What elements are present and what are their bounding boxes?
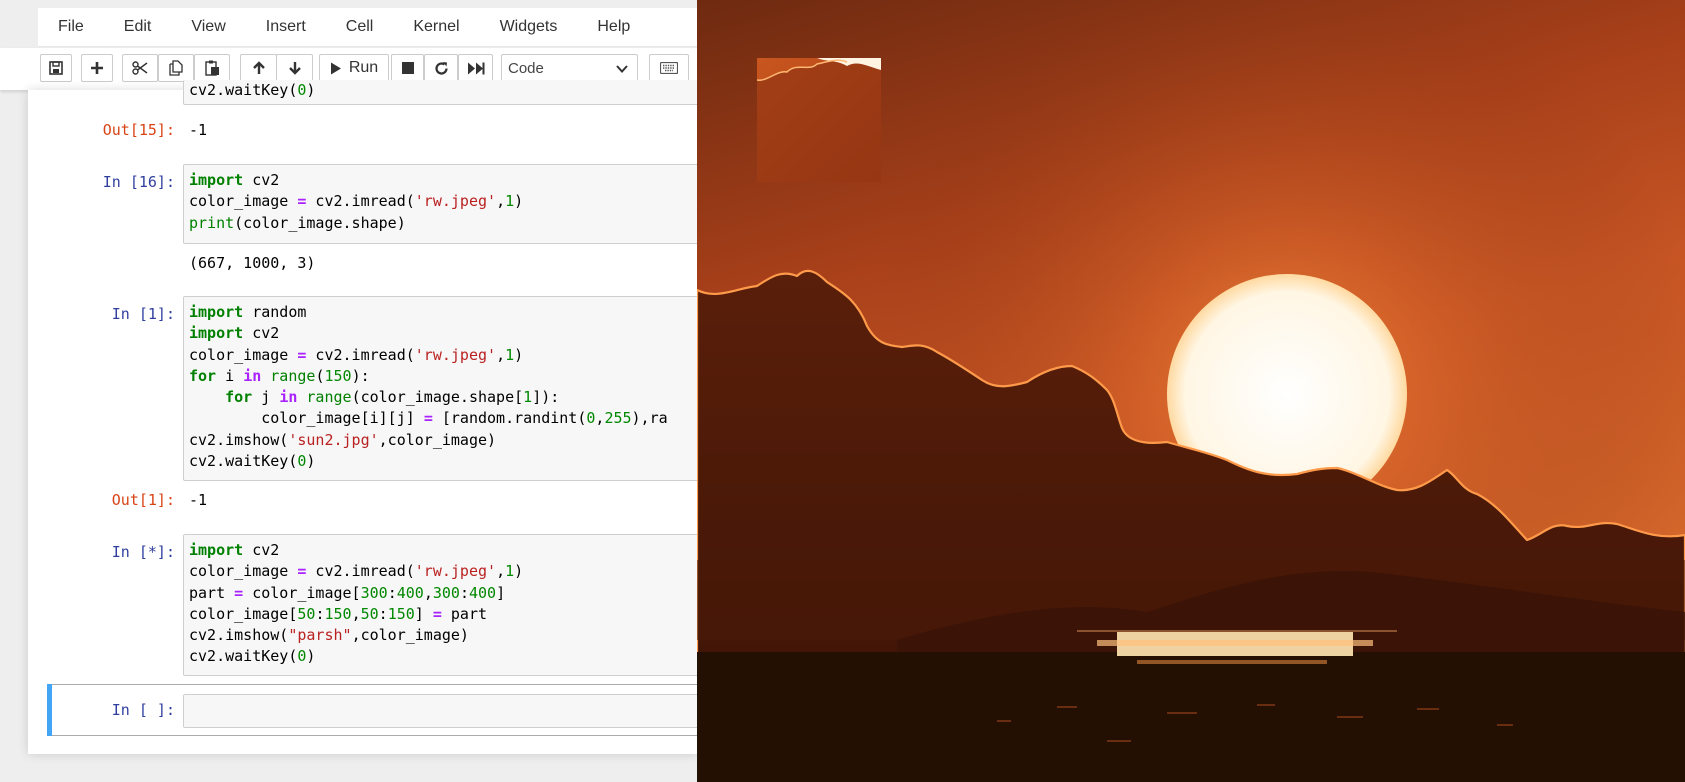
restart-run-all-button[interactable] — [458, 54, 493, 82]
empty-code-cell-editor[interactable] — [183, 694, 697, 728]
code-cell-editor[interactable]: import random import cv2 color_image = c… — [183, 296, 697, 481]
menu-widgets[interactable]: Widgets — [480, 8, 578, 46]
interrupt-kernel-button[interactable] — [391, 54, 424, 82]
move-down-button[interactable] — [276, 54, 313, 82]
code-line: import cv2 — [189, 324, 280, 343]
copied-image-patch — [756, 58, 881, 182]
run-label: Run — [348, 59, 379, 76]
menu-edit[interactable]: Edit — [104, 8, 172, 46]
code-line: color_image = cv2.imread('rw.jpeg',1) — [189, 192, 524, 211]
menu-bar: File Edit View Insert Cell Kernel Widget… — [38, 8, 697, 47]
sunset-image — [697, 0, 1685, 782]
code-line: color_image[i][j] = [random.randint(0,25… — [189, 409, 668, 428]
menu-file[interactable]: File — [38, 8, 104, 46]
image-display-window — [697, 0, 1685, 782]
input-prompt: In [16]: — [102, 173, 175, 191]
paste-button[interactable] — [194, 54, 230, 82]
copy-button[interactable] — [158, 54, 194, 82]
cell-output: (667, 1000, 3) — [189, 254, 316, 272]
arrow-down-icon — [288, 62, 301, 75]
paste-icon — [204, 60, 219, 76]
run-icon — [330, 62, 341, 74]
code-cell-editor[interactable]: import cv2 color_image = cv2.imread('rw.… — [183, 534, 697, 676]
restart-icon — [434, 61, 448, 75]
fast-forward-icon — [467, 62, 484, 74]
insert-cell-button[interactable] — [81, 54, 113, 82]
save-icon — [49, 61, 63, 75]
code-line: color_image[50:150,50:150] = part — [189, 604, 488, 623]
input-prompt: In [1]: — [111, 305, 175, 323]
cell-type-value: Code — [508, 60, 544, 77]
water — [697, 652, 1685, 782]
cut-button[interactable] — [122, 54, 158, 82]
code-line: cv2.imshow("parsh",color_image) — [189, 626, 469, 645]
output-prompt: Out[15]: — [102, 121, 175, 139]
code-line: import random — [189, 303, 307, 321]
cell-output: -1 — [189, 121, 208, 139]
input-prompt: In [*]: — [111, 543, 175, 561]
keyboard-icon — [660, 62, 678, 74]
restart-kernel-button[interactable] — [424, 54, 458, 82]
jupyter-notebook: File Edit View Insert Cell Kernel Widget… — [0, 0, 697, 782]
chevron-down-icon — [616, 65, 628, 73]
code-line: color_image = cv2.imread('rw.jpeg',1) — [189, 562, 524, 581]
menu-help[interactable]: Help — [577, 8, 650, 46]
code-line: color_image = cv2.imread('rw.jpeg',1) — [189, 345, 524, 364]
menu-kernel[interactable]: Kernel — [393, 8, 479, 46]
move-up-button[interactable] — [240, 54, 277, 82]
code-line: for j in range(color_image.shape[1]): — [225, 388, 560, 407]
cell-type-select[interactable]: Code — [501, 54, 638, 83]
menu-insert[interactable]: Insert — [246, 8, 326, 46]
stop-icon — [401, 62, 414, 74]
plus-icon — [91, 62, 103, 74]
code-line: for i in range(150): — [189, 366, 370, 385]
output-prompt: Out[1]: — [111, 491, 175, 509]
menu-view[interactable]: View — [171, 8, 245, 46]
code-cell-editor[interactable]: import cv2 color_image = cv2.imread('rw.… — [183, 164, 697, 244]
cell-output: -1 — [189, 491, 208, 509]
command-palette-button[interactable] — [649, 54, 689, 82]
arrow-up-icon — [252, 61, 265, 74]
code-cell-editor[interactable]: cv2.waitKey(0) — [183, 80, 697, 105]
code-line: cv2.waitKey(0) — [189, 81, 316, 99]
code-line: cv2.waitKey(0) — [189, 647, 316, 666]
code-line: import cv2 — [189, 171, 280, 189]
menu-cell[interactable]: Cell — [326, 8, 394, 46]
save-button[interactable] — [40, 54, 72, 82]
cut-icon — [132, 61, 148, 75]
code-line: import cv2 — [189, 541, 280, 559]
input-prompt: In [ ]: — [111, 701, 175, 719]
code-line: print(color_image.shape) — [189, 213, 406, 232]
code-line: cv2.imshow('sun2.jpg',color_image) — [189, 430, 497, 449]
code-line: cv2.waitKey(0) — [189, 452, 316, 471]
code-line: part = color_image[300:400,300:400] — [189, 583, 506, 602]
run-button[interactable]: Run — [319, 54, 389, 82]
copy-icon — [169, 60, 183, 76]
